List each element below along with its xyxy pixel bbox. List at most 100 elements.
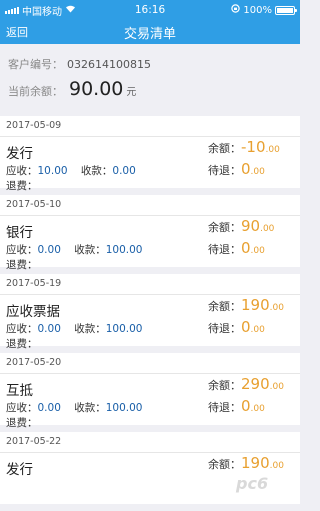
pending-refund-row: 待退： 0.00 xyxy=(208,397,265,415)
collected-value: 100.00 xyxy=(105,244,143,256)
transaction-type: 应收票据 xyxy=(6,304,60,320)
customer-id-value: 032614100815 xyxy=(67,58,151,71)
refund-label: 退费： xyxy=(6,417,38,429)
pending-value-int: 0 xyxy=(241,397,251,415)
refund-row: 退费： xyxy=(6,257,38,272)
current-balance: 当前余额： 90.00 元 xyxy=(8,78,136,100)
pending-value-dec: .00 xyxy=(250,325,265,335)
collected-value: 100.00 xyxy=(105,323,143,335)
balance-row: 余额： 290.00 xyxy=(208,375,284,393)
transaction-date: 2017-05-22 xyxy=(6,436,62,447)
balance-value-dec: .00 xyxy=(269,382,284,392)
pending-label: 待退： xyxy=(208,243,241,256)
account-summary: 客户编号： 032614100815 当前余额： 90.00 元 xyxy=(0,44,300,108)
collected-label: 收款： xyxy=(74,323,106,335)
currency-unit: 元 xyxy=(126,87,137,98)
balance-row: 余额： 90.00 xyxy=(208,217,274,235)
collected-value: 0.00 xyxy=(112,165,136,177)
balance-row: 余额： -10.00 xyxy=(208,138,280,156)
divider xyxy=(0,136,300,137)
transaction-date: 2017-05-19 xyxy=(6,278,62,289)
balance-value-dec: .00 xyxy=(269,303,284,313)
collected-label: 收款： xyxy=(74,244,106,256)
transaction-date: 2017-05-20 xyxy=(6,357,62,368)
balance-value-int: -10 xyxy=(241,138,266,156)
current-balance-value: 90.00 xyxy=(69,78,124,100)
balance-label: 余额： xyxy=(208,300,241,313)
nav-bar: 返回 交易清单 xyxy=(0,20,300,44)
balance-label: 余额： xyxy=(208,379,241,392)
divider xyxy=(0,452,300,453)
pending-label: 待退： xyxy=(208,164,241,177)
pending-value-dec: .00 xyxy=(250,404,265,414)
balance-value-dec: .00 xyxy=(260,224,275,234)
refund-row: 退费： xyxy=(6,415,38,430)
receivable-value: 0.00 xyxy=(37,323,61,335)
status-time: 16:16 xyxy=(134,4,166,16)
pending-value-int: 0 xyxy=(241,318,251,336)
refund-row: 退费： xyxy=(6,336,38,351)
transaction-type: 银行 xyxy=(6,225,33,241)
transaction-card[interactable]: 2017-05-09 发行 应收：10.00 收款：0.00 退费： 余额： -1… xyxy=(0,116,300,192)
pending-refund-row: 待退： 0.00 xyxy=(208,239,265,257)
transaction-date: 2017-05-10 xyxy=(6,199,62,210)
refund-label: 退费： xyxy=(6,259,38,271)
receivable-label: 应收： xyxy=(6,323,38,335)
refund-row: 退费： xyxy=(6,178,38,193)
receivable-label: 应收： xyxy=(6,165,38,177)
balance-row: 余额： 190.00 xyxy=(208,296,284,314)
collected-label: 收款： xyxy=(74,402,106,414)
battery-percent: 100% xyxy=(243,4,272,16)
transaction-type: 发行 xyxy=(6,146,33,162)
pending-value-dec: .00 xyxy=(250,246,265,256)
balance-row: 余额： 190.00 xyxy=(208,454,284,472)
balance-value-int: 290 xyxy=(241,375,270,393)
pending-value-int: 0 xyxy=(241,239,251,257)
balance-value-dec: .00 xyxy=(265,145,280,155)
refund-label: 退费： xyxy=(6,338,38,350)
lock-rotation-icon xyxy=(231,4,241,16)
collected-value: 100.00 xyxy=(105,402,143,414)
customer-id: 客户编号： 032614100815 xyxy=(8,56,151,72)
amount-row: 应收：0.00 收款：100.00 xyxy=(6,400,142,415)
transaction-date: 2017-05-09 xyxy=(6,120,62,131)
amount-row: 应收：0.00 收款：100.00 xyxy=(6,321,142,336)
divider xyxy=(0,294,300,295)
transaction-card[interactable]: 2017-05-20 互抵 应收：0.00 收款：100.00 退费： 余额： 2… xyxy=(0,353,300,429)
amount-row: 应收：10.00 收款：0.00 xyxy=(6,163,136,178)
battery-icon xyxy=(275,5,297,15)
pending-label: 待退： xyxy=(208,322,241,335)
balance-value-int: 90 xyxy=(241,217,261,235)
refund-label: 退费： xyxy=(6,180,38,192)
amount-row: 应收：0.00 收款：100.00 xyxy=(6,242,142,257)
status-bar: 中国移动 16:16 100% xyxy=(0,0,300,20)
receivable-label: 应收： xyxy=(6,402,38,414)
balance-label: 余额： xyxy=(208,142,241,155)
receivable-value: 0.00 xyxy=(37,402,61,414)
receivable-value: 10.00 xyxy=(37,165,68,177)
pending-label: 待退： xyxy=(208,401,241,414)
transaction-card[interactable]: 2017-05-10 银行 应收：0.00 收款：100.00 退费： 余额： 9… xyxy=(0,195,300,271)
pending-refund-row: 待退： 0.00 xyxy=(208,160,265,178)
balance-label: 余额： xyxy=(208,221,241,234)
divider xyxy=(0,373,300,374)
back-button[interactable]: 返回 xyxy=(6,24,28,40)
transaction-card[interactable]: 2017-05-19 应收票据 应收：0.00 收款：100.00 退费： 余额… xyxy=(0,274,300,350)
balance-value-int: 190 xyxy=(241,296,270,314)
watermark-logo: pc6 xyxy=(236,474,269,493)
balance-value-dec: .00 xyxy=(269,461,284,471)
transaction-list: 2017-05-09 发行 应收：10.00 收款：0.00 退费： 余额： -1… xyxy=(0,116,300,511)
pending-refund-row: 待退： 0.00 xyxy=(208,318,265,336)
signal-icon xyxy=(5,6,19,14)
wifi-icon xyxy=(65,4,76,16)
pending-value-int: 0 xyxy=(241,160,251,178)
customer-id-label: 客户编号： xyxy=(8,58,63,71)
collected-label: 收款： xyxy=(80,165,113,177)
carrier-label: 中国移动 xyxy=(22,6,62,18)
balance-label: 余额： xyxy=(208,458,241,471)
page-title: 交易清单 xyxy=(123,26,176,42)
pending-value-dec: .00 xyxy=(250,167,265,177)
receivable-label: 应收： xyxy=(6,244,38,256)
transaction-type: 互抵 xyxy=(6,383,33,399)
transaction-type: 发行 xyxy=(6,462,33,478)
